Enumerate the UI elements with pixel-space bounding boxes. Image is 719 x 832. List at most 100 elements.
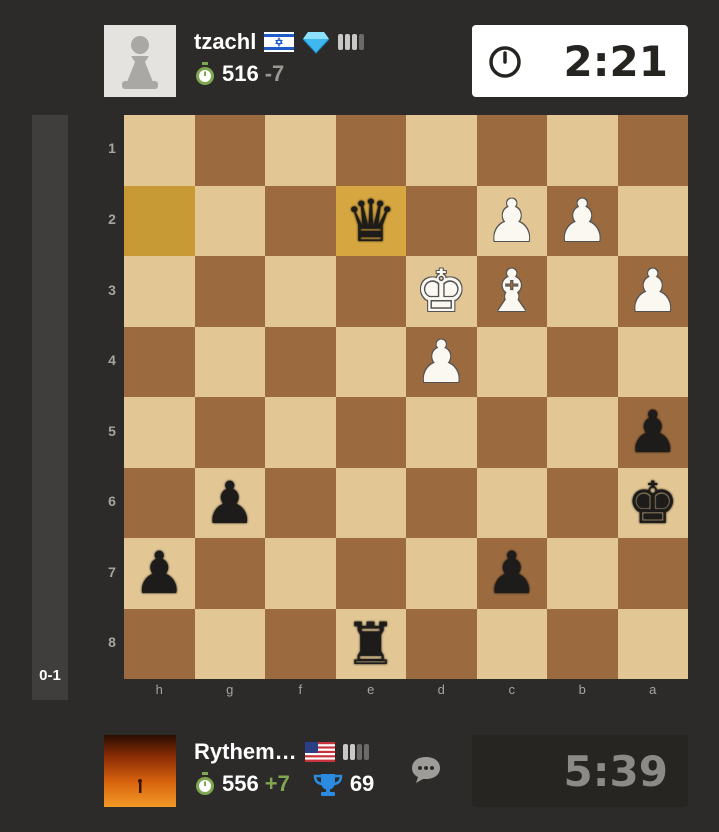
top-clock-time: 2:21: [563, 36, 668, 86]
eval-score: 0-1: [39, 667, 61, 684]
square-d2[interactable]: [406, 185, 477, 256]
top-player-rating-change: -7: [264, 61, 285, 86]
square-a7[interactable]: [617, 538, 688, 609]
black-rook-icon[interactable]: ♜: [345, 615, 397, 673]
square-f7[interactable]: [265, 538, 336, 609]
square-b7[interactable]: [547, 538, 618, 609]
square-f3[interactable]: [265, 256, 336, 327]
square-f6[interactable]: [265, 467, 336, 538]
square-g1[interactable]: [194, 115, 265, 186]
square-g6[interactable]: ♟: [194, 467, 265, 538]
top-player-avatar[interactable]: [104, 25, 176, 97]
usa-flag-icon: [304, 742, 335, 762]
square-g8[interactable]: [194, 608, 265, 679]
square-b1[interactable]: [547, 115, 618, 186]
white-bishop-icon[interactable]: ♝: [486, 262, 538, 320]
square-g3[interactable]: [194, 256, 265, 327]
square-c8[interactable]: [476, 608, 547, 679]
top-connection-bars-icon: [338, 34, 365, 50]
square-d8[interactable]: [406, 608, 477, 679]
square-c2[interactable]: ♟: [476, 185, 547, 256]
white-pawn-icon[interactable]: ♟: [415, 333, 467, 391]
white-pawn-icon[interactable]: ♟: [556, 192, 608, 250]
square-a2[interactable]: [617, 185, 688, 256]
square-b4[interactable]: [547, 326, 618, 397]
square-h1[interactable]: [124, 115, 195, 186]
rank-label: 2: [108, 211, 116, 227]
square-h3[interactable]: [124, 256, 195, 327]
square-h4[interactable]: [124, 326, 195, 397]
square-d7[interactable]: [406, 538, 477, 609]
square-h2[interactable]: [124, 185, 195, 256]
square-d1[interactable]: [406, 115, 477, 186]
bottom-player-avatar[interactable]: [104, 735, 176, 807]
black-pawn-icon[interactable]: ♟: [204, 474, 256, 532]
bottom-player-rating-change: +7: [264, 771, 290, 796]
square-c3[interactable]: ♝: [476, 256, 547, 327]
top-player-name[interactable]: tzachl: [194, 29, 256, 55]
black-king-icon[interactable]: ♚: [627, 474, 679, 532]
square-e4[interactable]: [335, 326, 406, 397]
square-c4[interactable]: [476, 326, 547, 397]
bottom-player-name[interactable]: Rythem…: [194, 739, 297, 765]
square-b5[interactable]: [547, 397, 618, 468]
square-a4[interactable]: [617, 326, 688, 397]
square-f1[interactable]: [265, 115, 336, 186]
square-h7[interactable]: ♟: [124, 538, 195, 609]
file-label: f: [298, 682, 303, 697]
square-e3[interactable]: [335, 256, 406, 327]
chat-bubble-icon[interactable]: [410, 755, 442, 785]
square-f8[interactable]: [265, 608, 336, 679]
square-c1[interactable]: [476, 115, 547, 186]
square-b2[interactable]: ♟: [547, 185, 618, 256]
square-f5[interactable]: [265, 397, 336, 468]
square-h6[interactable]: [124, 467, 195, 538]
square-g4[interactable]: [194, 326, 265, 397]
square-a8[interactable]: [617, 608, 688, 679]
square-a5[interactable]: ♟: [617, 397, 688, 468]
stopwatch-icon: [196, 62, 214, 85]
square-c7[interactable]: ♟: [476, 538, 547, 609]
file-label: g: [226, 682, 234, 697]
square-g2[interactable]: [194, 185, 265, 256]
square-g7[interactable]: [194, 538, 265, 609]
square-d5[interactable]: [406, 397, 477, 468]
rank-label: 5: [108, 423, 116, 439]
square-e5[interactable]: [335, 397, 406, 468]
rank-label: 7: [108, 564, 116, 580]
square-h8[interactable]: [124, 608, 195, 679]
square-d4[interactable]: ♟: [406, 326, 477, 397]
square-a6[interactable]: ♚: [617, 467, 688, 538]
black-queen-icon[interactable]: ♛: [345, 192, 397, 250]
white-pawn-icon[interactable]: ♟: [627, 262, 679, 320]
file-label: h: [155, 682, 163, 697]
square-a1[interactable]: [617, 115, 688, 186]
square-e1[interactable]: [335, 115, 406, 186]
square-g5[interactable]: [194, 397, 265, 468]
trophy-icon: [313, 774, 343, 796]
chess-board[interactable]: ♛ ♟ ♟ ♚ ♝ ♟ ♟ ♟ ♟ ♚ ♟ ♟ ♜: [124, 115, 688, 679]
square-a3[interactable]: ♟: [617, 256, 688, 327]
square-d6[interactable]: [406, 467, 477, 538]
square-b8[interactable]: [547, 608, 618, 679]
israel-flag-icon: [264, 32, 295, 52]
square-e2[interactable]: ♛: [335, 185, 406, 256]
black-pawn-icon[interactable]: ♟: [486, 544, 538, 602]
square-c5[interactable]: [476, 397, 547, 468]
square-c6[interactable]: [476, 467, 547, 538]
square-f2[interactable]: [265, 185, 336, 256]
square-h5[interactable]: [124, 397, 195, 468]
square-e7[interactable]: [335, 538, 406, 609]
square-e6[interactable]: [335, 467, 406, 538]
black-pawn-icon[interactable]: ♟: [627, 403, 679, 461]
square-f4[interactable]: [265, 326, 336, 397]
evaluation-bar: 0-1: [32, 115, 68, 700]
white-pawn-icon[interactable]: ♟: [486, 192, 538, 250]
square-d3[interactable]: ♚: [406, 256, 477, 327]
square-e8[interactable]: ♜: [335, 608, 406, 679]
square-b3[interactable]: [547, 256, 618, 327]
square-b6[interactable]: [547, 467, 618, 538]
black-pawn-icon[interactable]: ♟: [133, 544, 185, 602]
white-king-icon[interactable]: ♚: [415, 262, 467, 320]
file-label: d: [437, 682, 445, 697]
